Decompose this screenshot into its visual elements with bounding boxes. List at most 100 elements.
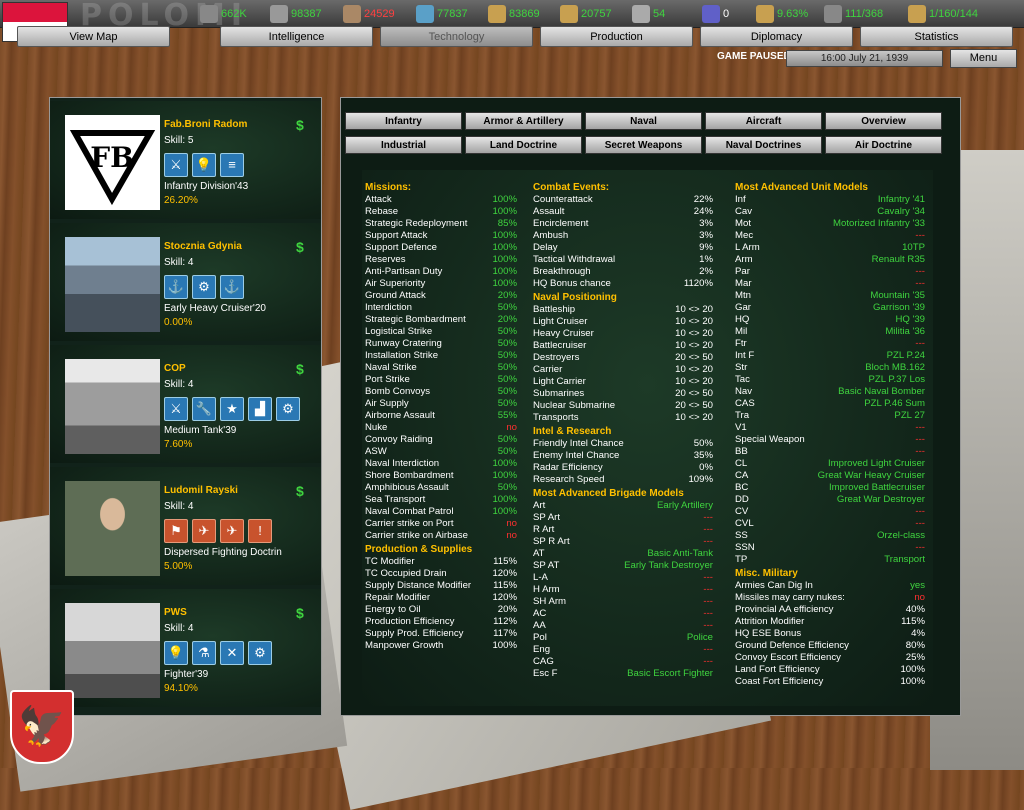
team-photo: [65, 359, 160, 454]
stat-value: ---: [915, 518, 925, 529]
stat-label: Ambush: [533, 230, 569, 241]
team-project: Dispersed Fighting Doctrin: [164, 547, 282, 558]
stat-label: Land Fort Efficiency: [735, 664, 820, 675]
stat-value: 109%: [688, 474, 713, 485]
resource-4: 83869: [488, 4, 540, 24]
stat-row: Naval Strike 50%: [365, 362, 517, 374]
team-photo: [65, 603, 160, 698]
wrench-icon: 🔧: [192, 397, 216, 421]
stat-value: 50%: [497, 386, 517, 397]
stat-label: Battlecruiser: [533, 340, 587, 351]
flask-icon: ⚗: [192, 641, 216, 665]
resource-value: 0: [723, 8, 730, 20]
tab-land-doctrine[interactable]: Land Doctrine: [465, 136, 582, 154]
stat-label: Port Strike: [365, 374, 410, 385]
team-photo: [65, 481, 160, 576]
stat-value: PZL P.24: [886, 350, 925, 361]
stat-label: Delay: [533, 242, 558, 253]
stat-label: CA: [735, 470, 749, 481]
stat-label: Repair Modifier: [365, 592, 431, 603]
tab-aircraft[interactable]: Aircraft: [705, 112, 822, 130]
stat-value: Basic Anti-Tank: [647, 548, 713, 559]
stat-row: Ftr ---: [735, 338, 925, 350]
stat-value: Police: [686, 632, 713, 643]
stat-label: Tactical Withdrawal: [533, 254, 616, 265]
stat-value: Great War Destroyer: [836, 494, 925, 505]
stat-label: Nav: [735, 386, 753, 397]
dollar-icon[interactable]: $: [296, 239, 304, 255]
stat-label: V1: [735, 422, 747, 433]
team-card[interactable]: Stocznia Gdynia Skill: 4 $ ⚓ ⚙ ⚓ Early Hea…: [50, 223, 321, 341]
stat-value: 10 <> 20: [675, 340, 713, 351]
stat-value: 50%: [497, 362, 517, 373]
stat-value: PZL 27: [894, 410, 925, 421]
team-progress: 26.20%: [164, 195, 198, 206]
stat-label: Armies Can Dig In: [735, 580, 813, 591]
stat-label: Radar Efficiency: [533, 462, 603, 473]
stat-label: TC Occupied Drain: [365, 568, 447, 579]
stat-value: 10 <> 20: [675, 412, 713, 423]
dollar-icon[interactable]: $: [296, 361, 304, 377]
team-name: Fab.Broni Radom: [164, 119, 248, 130]
team-card[interactable]: COP Skill: 4 $ ⚔ 🔧 ★ ▟ ⚙ Medium Tank'39 7.60…: [50, 345, 321, 463]
stat-value: Mountain '35: [870, 290, 925, 301]
stat-value: 100%: [492, 194, 517, 205]
tab-industrial[interactable]: Industrial: [345, 136, 462, 154]
stat-row: Anti-Partisan Duty 100%: [365, 266, 517, 278]
menu-button[interactable]: Menu: [950, 49, 1017, 68]
tab-intelligence[interactable]: Intelligence: [220, 26, 373, 47]
dollar-icon[interactable]: $: [296, 483, 304, 499]
stat-value: 100%: [492, 230, 517, 241]
stat-row: Friendly Intel Chance 50%: [533, 438, 713, 450]
tab-statistics[interactable]: Statistics: [860, 26, 1013, 47]
stat-label: Mot: [735, 218, 751, 229]
stat-row: Cav Cavalry '34: [735, 206, 925, 218]
game-date[interactable]: 16:00 July 21, 1939: [786, 50, 943, 67]
stat-value: 50%: [497, 434, 517, 445]
tab-technology[interactable]: Technology: [380, 26, 533, 47]
team-project: Medium Tank'39: [164, 425, 237, 436]
stat-value: 100%: [492, 470, 517, 481]
leadership-icon: [200, 5, 218, 23]
stat-value: 20%: [497, 604, 517, 615]
team-project: Early Heavy Cruiser'20: [164, 303, 266, 314]
tab-air-doctrine[interactable]: Air Doctrine: [825, 136, 942, 154]
stat-label: Transports: [533, 412, 579, 423]
stat-label: Tra: [735, 410, 750, 421]
stat-value: 9%: [699, 242, 713, 253]
stat-value: Improved Battlecruiser: [829, 482, 925, 493]
tab-infantry[interactable]: Infantry: [345, 112, 462, 130]
manpower-icon: [632, 5, 650, 23]
stat-value: 10 <> 20: [675, 376, 713, 387]
team-card[interactable]: Ludomil Rayski Skill: 4 $ ⚑ ✈ ✈! Dispersed…: [50, 467, 321, 585]
team-name: PWS: [164, 607, 187, 618]
stat-value: 40%: [905, 604, 925, 615]
tab-production[interactable]: Production: [540, 26, 693, 47]
stat-row: TC Modifier 115%: [365, 556, 517, 568]
dollar-icon[interactable]: $: [296, 605, 304, 621]
technology-panel: Infantry Armor & Artillery Naval Aircraf…: [340, 97, 961, 716]
overview-column-2: Combat Events: Counterattack 22% Assault 24%…: [533, 180, 713, 680]
team-card[interactable]: PWS Skill: 4 $ 💡 ⚗ ✕ ⚙ Fighter'39 94.10%: [50, 589, 321, 707]
stat-label: Supply Prod. Efficiency: [365, 628, 464, 639]
tab-naval-doctrines[interactable]: Naval Doctrines: [705, 136, 822, 154]
team-card[interactable]: FB Fab.Broni Radom Skill: 5 $ ⚔ 💡 ≡ Infant…: [50, 101, 321, 219]
stat-label: DD: [735, 494, 749, 505]
stat-label: Sea Transport: [365, 494, 426, 505]
dissent-icon: [756, 5, 774, 23]
stat-row: AC ---: [533, 608, 713, 620]
stat-value: Improved Light Cruiser: [827, 458, 925, 469]
stat-label: Naval Combat Patrol: [365, 506, 454, 517]
stat-value: 100%: [492, 640, 517, 651]
stat-row: Delay 9%: [533, 242, 713, 254]
tab-naval[interactable]: Naval: [585, 112, 702, 130]
dollar-icon[interactable]: $: [296, 117, 304, 133]
tab-secret-weapons[interactable]: Secret Weapons: [585, 136, 702, 154]
tab-diplomacy[interactable]: Diplomacy: [700, 26, 853, 47]
research-icon: [908, 5, 926, 23]
supplies-icon: [560, 5, 578, 23]
tab-armor-artillery[interactable]: Armor & Artillery: [465, 112, 582, 130]
stat-label: TP: [735, 554, 748, 565]
tab-overview[interactable]: Overview: [825, 112, 942, 130]
tab-view-map[interactable]: View Map: [17, 26, 170, 47]
